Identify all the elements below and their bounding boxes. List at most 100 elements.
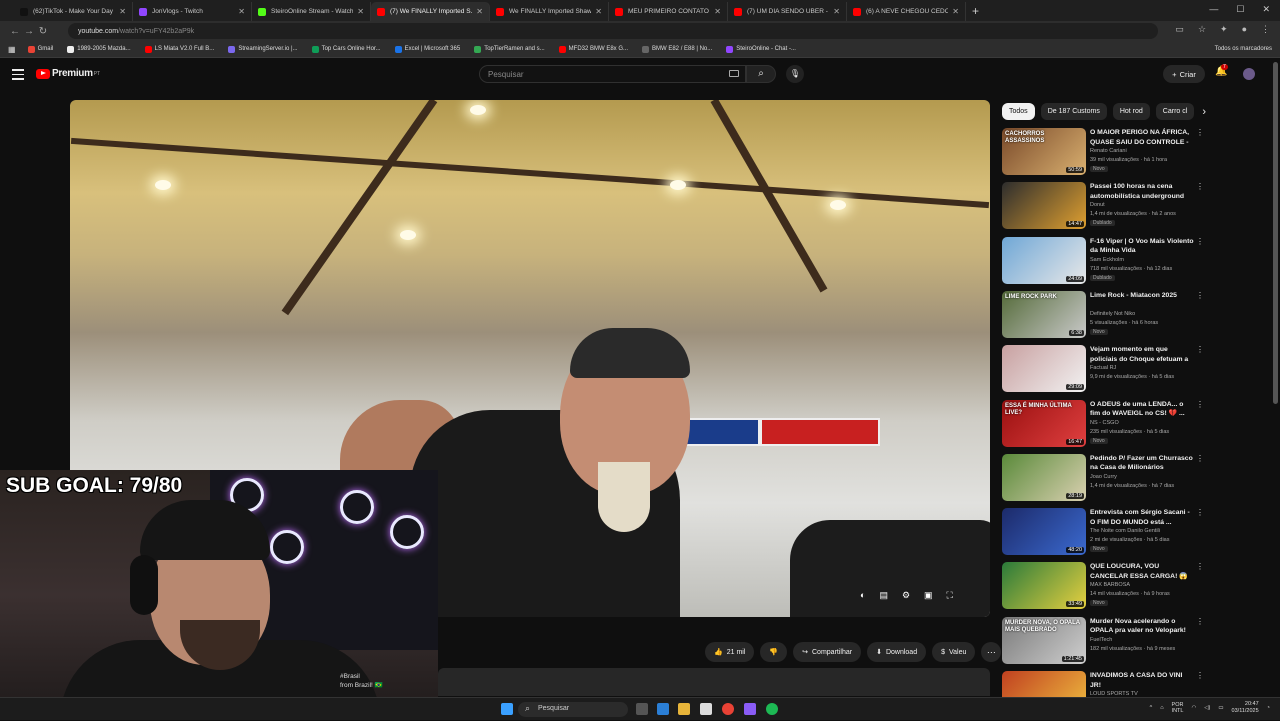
bookmark-item[interactable]: MFD32 BMW E8x G...: [558, 45, 628, 53]
tab-close-icon[interactable]: ✕: [714, 7, 721, 16]
fullscreen-icon[interactable]: ⛶: [947, 590, 953, 601]
tab-close-icon[interactable]: ✕: [595, 7, 602, 16]
video-thumbnail[interactable]: 33:49: [1002, 562, 1086, 610]
bookmark-item[interactable]: Gmail: [27, 45, 53, 53]
tray-chevron-icon[interactable]: ^: [1150, 705, 1153, 711]
reload-icon[interactable]: ↻: [36, 26, 50, 37]
video-menu-icon[interactable]: ⋮: [1196, 182, 1204, 191]
video-title[interactable]: QUE LOUCURA, VOU CANCELAR ESSA CARGA! 😱 …: [1090, 562, 1194, 582]
bookmark-item[interactable]: 1989-2005 Mazda...: [67, 45, 131, 53]
more-actions-icon[interactable]: ⋯: [981, 642, 1002, 662]
bookmark-item[interactable]: Top Cars Online Hor...: [311, 45, 381, 53]
video-menu-icon[interactable]: ⋮: [1196, 671, 1204, 680]
bookmark-item[interactable]: TopTierRamen and s...: [474, 45, 545, 53]
new-tab-button[interactable]: +: [972, 2, 979, 21]
language-indicator[interactable]: POR INTL: [1172, 702, 1184, 714]
video-thumbnail[interactable]: 48:20: [1002, 508, 1086, 556]
filter-chip[interactable]: Carro cl: [1155, 103, 1195, 120]
video-title[interactable]: Vejam momento em que policiais do Choque…: [1090, 345, 1194, 365]
video-menu-icon[interactable]: ⋮: [1196, 128, 1204, 137]
browser-tab[interactable]: MEU PRIMEIRO CONTATO COM... ✕: [609, 2, 728, 21]
channel-name[interactable]: MAX BARBOSA: [1090, 582, 1130, 588]
share-button[interactable]: ↪ Compartilhar: [793, 642, 862, 662]
channel-name[interactable]: Sam Eckholm: [1090, 257, 1124, 263]
video-title[interactable]: INVADIMOS A CASA DO VINI JR!: [1090, 671, 1194, 690]
video-menu-icon[interactable]: ⋮: [1196, 562, 1204, 571]
menu-icon[interactable]: ⋮: [1261, 24, 1270, 35]
tab-close-icon[interactable]: ✕: [833, 7, 840, 16]
channel-name[interactable]: Definitely Not Niko: [1090, 311, 1135, 317]
channel-name[interactable]: Factual RJ: [1090, 365, 1116, 371]
tab-close-icon[interactable]: ✕: [952, 7, 959, 16]
video-thumbnail[interactable]: CACHORROS ASSASSINOS 50:59: [1002, 128, 1086, 175]
autoplay-toggle-icon[interactable]: ◐: [860, 590, 865, 601]
browser-tab[interactable]: We FINALLY Imported Shawn's...✕: [490, 2, 609, 21]
like-button[interactable]: 👍 21 mil: [705, 642, 755, 662]
browser-tab[interactable]: SteiroOnline Stream - Watch Li...✕: [252, 2, 371, 21]
thanks-button[interactable]: $ Valeu: [932, 642, 976, 662]
description-box[interactable]: [438, 668, 990, 696]
recommended-video[interactable]: 33:49 QUE LOUCURA, VOU CANCELAR ESSA CARG…: [1002, 562, 1204, 612]
video-thumbnail[interactable]: MURDER NOVA, O OPALA MAIS QUEBRADO 1:21:4…: [1002, 616, 1086, 664]
video-title[interactable]: Passei 100 horas na cena automobilística…: [1090, 182, 1194, 202]
chevron-right-icon[interactable]: ›: [1202, 106, 1206, 118]
search-button[interactable]: ⌕: [746, 65, 776, 83]
taskbar-search[interactable]: Pesquisar: [518, 702, 628, 717]
video-title[interactable]: Pedindo P/ Fazer um Churrasco na Casa de…: [1090, 454, 1194, 473]
channel-name[interactable]: Joao Curry: [1090, 474, 1117, 480]
subtitles-icon[interactable]: ▤: [879, 590, 888, 601]
all-bookmarks-link[interactable]: Todos os marcadores: [1215, 46, 1272, 52]
browser-tab[interactable]: (7) We FINALLY Imported S... ✕: [371, 2, 490, 21]
search-input[interactable]: Pesquisar: [479, 65, 746, 83]
video-title[interactable]: Murder Nova acelerando o OPALA pra valer…: [1090, 617, 1194, 636]
avatar[interactable]: [1243, 68, 1255, 80]
network-icon[interactable]: ⌂: [1160, 705, 1163, 711]
extensions-icon[interactable]: ✦: [1220, 24, 1228, 35]
page-scrollbar[interactable]: [1273, 62, 1278, 404]
channel-name[interactable]: NS - CSGO: [1090, 420, 1119, 426]
channel-name[interactable]: Renato Cariani: [1090, 148, 1127, 154]
bookmark-item[interactable]: Excel | Microsoft 365: [394, 45, 460, 53]
wifi-icon[interactable]: ◠: [1191, 705, 1196, 711]
recommended-video[interactable]: CACHORROS ASSASSINOS 50:59 O MAIOR PERIGO …: [1002, 128, 1204, 178]
create-button[interactable]: + Criar: [1163, 65, 1205, 83]
recommended-video[interactable]: 29:09 Vejam momento em que policiais do C…: [1002, 345, 1204, 395]
install-app-icon[interactable]: ▭: [1175, 24, 1184, 35]
video-title[interactable]: O ADEUS de uma LENDA... o fim do WAVEIGL…: [1090, 400, 1194, 419]
video-menu-icon[interactable]: ⋮: [1196, 291, 1204, 300]
url-input[interactable]: youtube.com/watch?v=uFY42b2aP9k: [68, 23, 1158, 39]
bookmark-item[interactable]: SteiroOnline - Chat -...: [726, 45, 796, 53]
clock[interactable]: 20:47 03/11/2025: [1232, 701, 1259, 715]
forward-icon[interactable]: →: [22, 26, 36, 37]
recommended-video[interactable]: LIME ROCK PARK 6:38 Lime Rock - Miatacon 2…: [1002, 290, 1204, 341]
video-thumbnail[interactable]: 29:09: [1002, 345, 1086, 393]
recommended-video[interactable]: 14:47 Passei 100 horas na cena automobilí…: [1002, 182, 1204, 232]
filter-chip[interactable]: De 187 Customs: [1040, 103, 1107, 120]
video-thumbnail[interactable]: 24:09: [1002, 236, 1086, 284]
video-menu-icon[interactable]: ⋮: [1196, 400, 1204, 409]
battery-icon[interactable]: ▭: [1218, 705, 1223, 711]
browser-tab[interactable]: (62)TikTok - Make Your Day ✕: [14, 2, 133, 21]
video-thumbnail[interactable]: 14:47: [1002, 182, 1086, 230]
dislike-button[interactable]: 👎: [760, 642, 788, 662]
video-title[interactable]: Lime Rock - Miatacon 2025: [1090, 291, 1194, 301]
video-thumbnail[interactable]: ESSA É MINHA ÚLTIMA LIVE? 16:47: [1002, 399, 1086, 447]
spotify-icon[interactable]: [766, 703, 778, 715]
start-icon[interactable]: [501, 703, 513, 715]
edge-icon[interactable]: [657, 703, 669, 715]
video-thumbnail[interactable]: LIME ROCK PARK 6:38: [1002, 290, 1086, 338]
tab-close-icon[interactable]: ✕: [238, 7, 245, 16]
video-menu-icon[interactable]: ⋮: [1196, 508, 1204, 517]
browser-tab[interactable]: (7) UM DIA SENDO UBER - You... ✕: [728, 2, 847, 21]
video-menu-icon[interactable]: ⋮: [1196, 237, 1204, 246]
filter-chip[interactable]: Hot rod: [1112, 103, 1150, 120]
profile-icon[interactable]: ●: [1242, 24, 1247, 35]
tab-close-icon[interactable]: ✕: [119, 7, 126, 16]
video-menu-icon[interactable]: ⋮: [1196, 454, 1204, 463]
browser-tab[interactable]: (6) A NEVE CHEGOU CEDO ES...✕: [847, 2, 966, 21]
voice-search-button[interactable]: 🎙: [786, 65, 804, 83]
settings-gear-icon[interactable]: ⚙: [902, 590, 910, 601]
back-icon[interactable]: ←: [8, 26, 22, 37]
browser-tab[interactable]: JonVlogs - Twitch ✕: [133, 2, 252, 21]
recommended-video[interactable]: 28:19 Pedindo P/ Fazer um Churrasco na Ca…: [1002, 453, 1204, 504]
